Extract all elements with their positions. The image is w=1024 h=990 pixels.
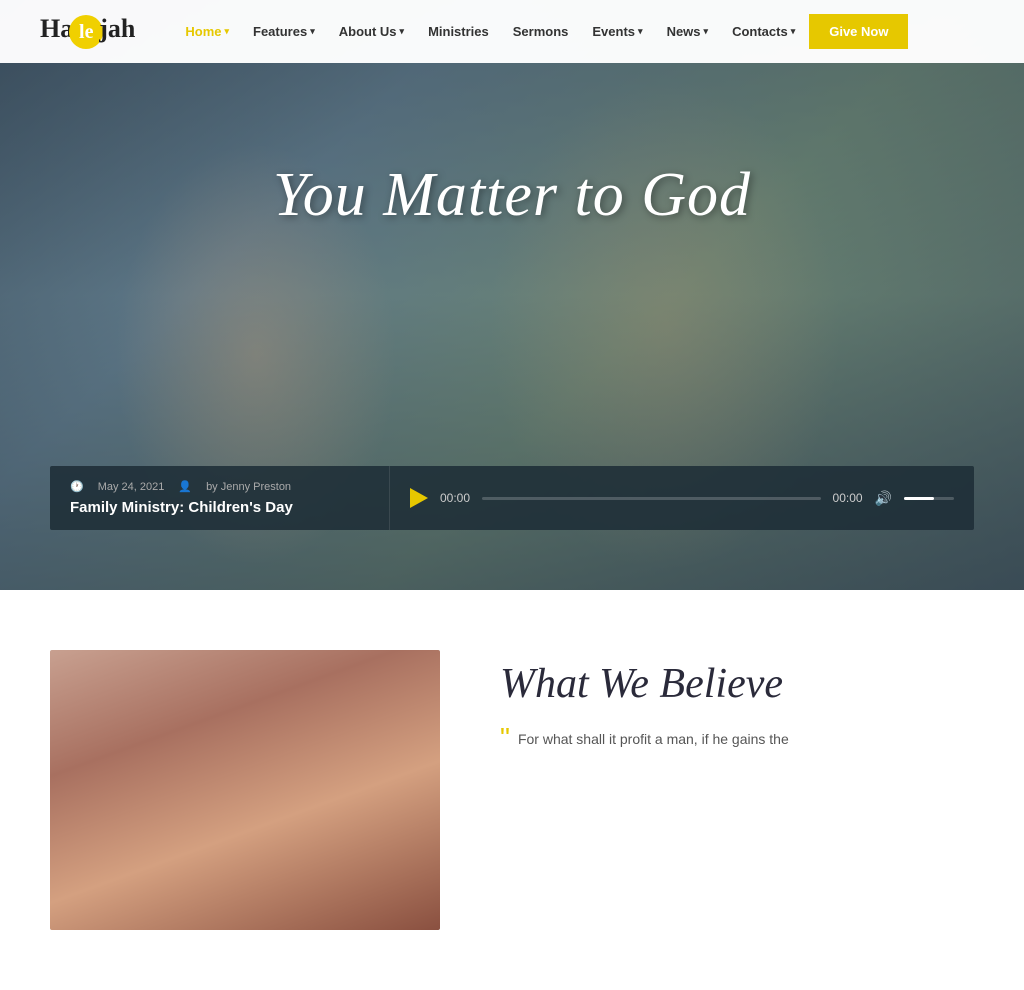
- chevron-down-icon: ▾: [791, 26, 796, 37]
- nav-item-about[interactable]: About Us ▾: [329, 18, 414, 45]
- believe-heading: What We Believe: [500, 660, 974, 708]
- volume-fill: [904, 497, 934, 500]
- nav-label-sermons: Sermons: [513, 24, 569, 39]
- user-icon: 👤: [178, 480, 192, 493]
- nav-item-news[interactable]: News ▾: [657, 18, 719, 45]
- chevron-down-icon: ▾: [704, 26, 709, 37]
- give-now-button[interactable]: Give Now: [809, 14, 908, 49]
- nav-label-contacts: Contacts: [732, 24, 788, 39]
- volume-bar[interactable]: [904, 497, 954, 500]
- believe-quote: " For what shall it profit a man, if he …: [500, 728, 974, 752]
- volume-icon[interactable]: 🔊: [875, 490, 892, 507]
- nav-item-events[interactable]: Events ▾: [582, 18, 652, 45]
- chevron-down-icon: ▾: [400, 26, 405, 37]
- audio-time-current: 00:00: [440, 491, 470, 505]
- nav-item-sermons[interactable]: Sermons: [503, 18, 579, 45]
- nav-label-about: About Us: [339, 24, 397, 39]
- audio-author: by Jenny Preston: [206, 481, 291, 493]
- quote-mark-icon: ": [500, 724, 510, 752]
- audio-controls: 00:00 00:00 🔊: [390, 488, 974, 508]
- believe-quote-text: For what shall it profit a man, if he ga…: [518, 728, 789, 752]
- believe-text: What We Believe " For what shall it prof…: [500, 650, 974, 930]
- nav-label-news: News: [667, 24, 701, 39]
- chevron-down-icon: ▾: [224, 26, 229, 37]
- clock-icon: 🕐: [70, 480, 84, 493]
- audio-progress-bar[interactable]: [482, 497, 821, 500]
- nav-item-ministries[interactable]: Ministries: [418, 18, 499, 45]
- nav-label-ministries: Ministries: [428, 24, 489, 39]
- nav-links: Home ▾ Features ▾ About Us ▾ Ministries …: [175, 14, 984, 49]
- below-hero-section: What We Believe " For what shall it prof…: [0, 590, 1024, 990]
- chevron-down-icon: ▾: [310, 26, 315, 37]
- hero-title: You Matter to God: [0, 160, 1024, 231]
- audio-time-total: 00:00: [833, 491, 863, 505]
- nav-item-home[interactable]: Home ▾: [175, 18, 239, 45]
- site-logo[interactable]: Halejah: [40, 14, 135, 48]
- play-button[interactable]: [410, 488, 428, 508]
- audio-date: May 24, 2021: [98, 481, 165, 493]
- nav-label-events: Events: [592, 24, 635, 39]
- audio-info: 🕐 May 24, 2021 👤 by Jenny Preston Family…: [50, 466, 390, 530]
- chevron-down-icon: ▾: [638, 26, 643, 37]
- hero-section: Halejah Home ▾ Features ▾ About Us ▾ Min…: [0, 0, 1024, 590]
- navbar: Halejah Home ▾ Features ▾ About Us ▾ Min…: [0, 0, 1024, 63]
- nav-item-contacts[interactable]: Contacts ▾: [722, 18, 805, 45]
- audio-metadata: 🕐 May 24, 2021 👤 by Jenny Preston: [70, 480, 369, 493]
- nav-item-features[interactable]: Features ▾: [243, 18, 325, 45]
- nav-label-features: Features: [253, 24, 307, 39]
- audio-player: 🕐 May 24, 2021 👤 by Jenny Preston Family…: [50, 466, 974, 530]
- believe-image: [50, 650, 440, 930]
- nav-label-home: Home: [185, 24, 221, 39]
- audio-title: Family Ministry: Children's Day: [70, 499, 369, 516]
